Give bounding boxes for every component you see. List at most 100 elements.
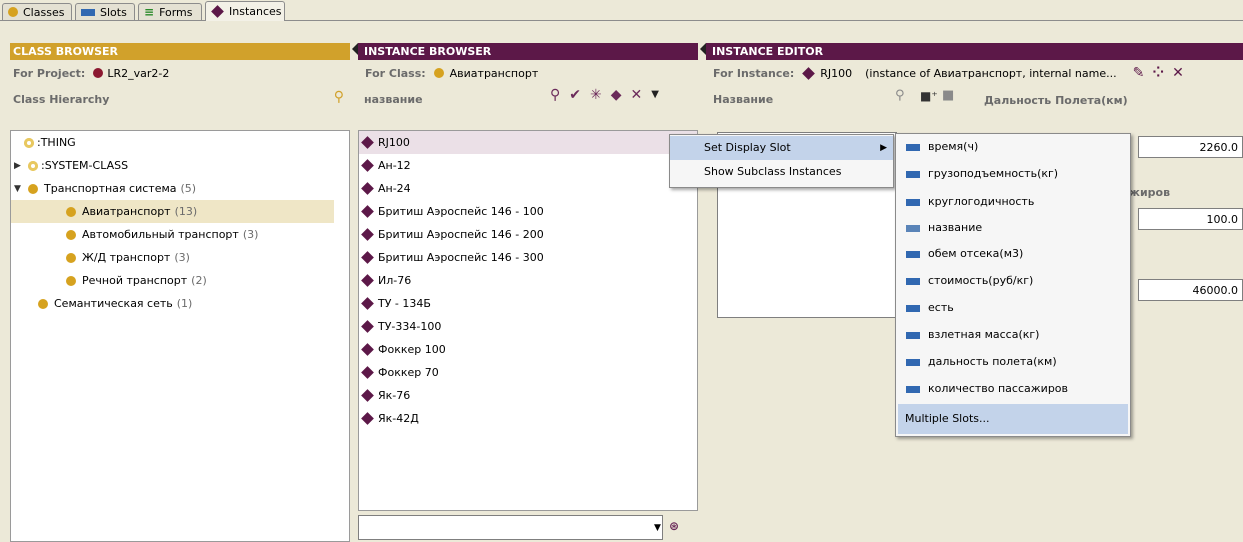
- instance-diamond-icon: [361, 205, 374, 218]
- instance-diamond-icon: [361, 297, 374, 310]
- passengers-field-label: жиров: [1129, 186, 1171, 199]
- instance-row[interactable]: Ил-76: [359, 269, 697, 292]
- binoculars-icon[interactable]: ⊛: [669, 519, 679, 533]
- tree-item-system-class[interactable]: ▶ :SYSTEM-CLASS: [11, 154, 349, 177]
- create-subclass-instance-icon[interactable]: ✳: [590, 88, 602, 102]
- class-dot-icon: [38, 298, 48, 309]
- project-row: For Project: LR2_var2-2: [13, 66, 170, 80]
- tab-slots[interactable]: Slots: [75, 3, 135, 20]
- instance-editor-title: INSTANCE EDITOR: [706, 43, 1243, 60]
- instance-row[interactable]: Ан-12: [359, 154, 697, 177]
- form-lines-icon: ≡: [144, 5, 155, 19]
- class-dot-icon: [24, 137, 34, 148]
- instance-row[interactable]: Бритиш Аэроспейс 146 - 100: [359, 200, 697, 223]
- tree-item-thing[interactable]: :THING: [11, 131, 349, 154]
- slot-item[interactable]: название: [896, 214, 1130, 241]
- tab-classes[interactable]: Classes: [2, 3, 72, 20]
- slot-icon: [906, 170, 920, 178]
- slot-item[interactable]: грузоподъемность(кг): [896, 159, 1130, 189]
- instance-browser-title: INSTANCE BROWSER: [358, 43, 698, 60]
- instance-row[interactable]: Як-76: [359, 384, 697, 407]
- slot-icon: [906, 277, 920, 285]
- expand-icon[interactable]: ▶: [14, 161, 24, 171]
- instance-search-input[interactable]: [358, 515, 663, 540]
- slot-icon: [906, 198, 920, 206]
- for-class-row: For Class: Авиатранспорт: [365, 66, 539, 80]
- tree-item-semantic[interactable]: Семантическая сеть (1): [11, 292, 349, 315]
- range-field-label: Дальность Полета(км): [984, 94, 1128, 107]
- instance-diamond-icon: [361, 320, 374, 333]
- instance-row[interactable]: Бритиш Аэроспейс 146 - 300: [359, 246, 697, 269]
- slot-item[interactable]: дальность полета(км): [896, 348, 1130, 375]
- class-dot-icon: [66, 275, 76, 286]
- slot-item[interactable]: взлетная масса(кг): [896, 321, 1130, 348]
- collapse-icon[interactable]: ▼: [14, 184, 24, 194]
- instance-diamond-icon: [802, 66, 816, 80]
- search-dropdown-icon[interactable]: ▼: [654, 523, 661, 533]
- instance-row[interactable]: Ан-24: [359, 177, 697, 200]
- menu-item-show-subclass-instances[interactable]: Show Subclass Instances: [670, 160, 893, 184]
- class-dot-icon: [28, 183, 38, 194]
- tree-item-transport[interactable]: ▼ Транспортная система (5): [11, 177, 349, 200]
- remove-value-icon[interactable]: ■: [942, 89, 954, 102]
- find-value-icon[interactable]: ⚲: [895, 89, 905, 102]
- tab-bar: Classes Slots ≡ Forms Instances: [0, 0, 1243, 21]
- instance-row[interactable]: ТУ-334-100: [359, 315, 697, 338]
- close-icon[interactable]: ✕: [1172, 66, 1184, 80]
- instance-row[interactable]: Фоккер 70: [359, 361, 697, 384]
- instance-column-label: название: [364, 93, 423, 106]
- tree-item-avia-selected[interactable]: Авиатранспорт (13): [11, 200, 334, 223]
- menu-item-set-display-slot[interactable]: Set Display Slot ▶: [670, 136, 893, 160]
- tree-item-river[interactable]: Речной транспорт (2): [11, 269, 349, 292]
- copy-instance-icon[interactable]: ◆: [611, 88, 622, 102]
- dropdown-arrow-icon[interactable]: ▼: [651, 88, 659, 102]
- instance-diamond-icon: [211, 5, 224, 18]
- instance-browser-panel: INSTANCE BROWSER For Class: Авиатранспор…: [352, 43, 698, 542]
- instance-diamond-icon: [361, 274, 374, 287]
- slot-item[interactable]: есть: [896, 294, 1130, 321]
- menu-item-multiple-slots[interactable]: Multiple Slots...: [898, 404, 1128, 434]
- instance-diamond-icon: [361, 366, 374, 379]
- instance-diamond-icon: [361, 251, 374, 264]
- slot-item[interactable]: стоимость(руб/кг): [896, 267, 1130, 294]
- instance-diamond-icon: [361, 228, 374, 241]
- mass-value-field[interactable]: 46000.0: [1138, 279, 1243, 301]
- find-instance-icon[interactable]: ⚲: [550, 88, 560, 102]
- add-value-icon[interactable]: ■⁺: [920, 89, 938, 103]
- slot-icon: [906, 250, 920, 258]
- instance-diamond-icon: [361, 389, 374, 402]
- range-value-field[interactable]: 2260.0: [1138, 136, 1243, 158]
- for-instance-row: For Instance: RJ100 (instance of Авиатра…: [713, 65, 1184, 81]
- tab-forms[interactable]: ≡ Forms: [138, 3, 202, 20]
- delete-instance-icon[interactable]: ✕: [631, 88, 643, 102]
- slot-item[interactable]: круглогодичность: [896, 189, 1130, 214]
- tree-item-auto[interactable]: Автомобильный транспорт (3): [11, 223, 349, 246]
- find-class-icon[interactable]: ⚲: [334, 89, 344, 105]
- slot-item[interactable]: время(ч): [896, 135, 1130, 159]
- tree-item-rail[interactable]: Ж/Д транспорт (3): [11, 246, 349, 269]
- name-field-label: Название: [713, 93, 774, 106]
- references-icon[interactable]: ⁘: [1152, 66, 1164, 80]
- passengers-value-field[interactable]: 100.0: [1138, 208, 1243, 230]
- create-instance-icon[interactable]: ✔: [569, 88, 581, 102]
- instance-row[interactable]: Бритиш Аэроспейс 146 - 200: [359, 223, 697, 246]
- slot-icon: [906, 385, 920, 393]
- class-browser-panel: CLASS BROWSER For Project: LR2_var2-2 Cl…: [10, 43, 350, 542]
- instance-row[interactable]: ТУ - 134Б: [359, 292, 697, 315]
- slot-submenu: время(ч) грузоподъемность(кг) круглогоди…: [895, 133, 1131, 437]
- instance-row[interactable]: Як-42Д: [359, 407, 697, 430]
- class-dot-icon: [66, 252, 76, 263]
- slot-bar-icon: [81, 8, 95, 16]
- edit-instance-icon[interactable]: ✎: [1133, 66, 1145, 80]
- instance-row-selected[interactable]: RJ100: [359, 131, 697, 154]
- instance-diamond-icon: [361, 182, 374, 195]
- slot-item[interactable]: количество пассажиров: [896, 375, 1130, 402]
- class-hierarchy-label: Class Hierarchy: [13, 93, 110, 106]
- instance-row[interactable]: Фоккер 100: [359, 338, 697, 361]
- slot-item[interactable]: обем отсека(м3): [896, 241, 1130, 267]
- instance-diamond-icon: [361, 343, 374, 356]
- tab-instances[interactable]: Instances: [205, 1, 285, 21]
- class-dot-icon: [8, 7, 18, 17]
- instance-diamond-icon: [361, 159, 374, 172]
- instance-list: RJ100 Ан-12 Ан-24 Бритиш Аэроспейс 146 -…: [358, 130, 698, 511]
